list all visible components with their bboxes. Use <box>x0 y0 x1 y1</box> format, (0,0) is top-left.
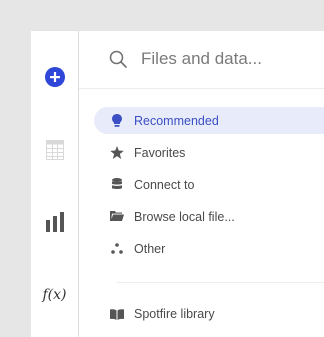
menu-item-spotfire-library[interactable]: Spotfire library <box>94 300 324 327</box>
search-input[interactable] <box>141 47 321 71</box>
table-icon <box>45 140 64 160</box>
lightbulb-icon <box>110 113 124 127</box>
menu-item-label: Connect to <box>134 178 195 192</box>
menu-item-browse-local-file[interactable]: Browse local file... <box>94 203 324 230</box>
bar-chart-icon <box>45 212 64 232</box>
menu-item-other[interactable]: Other <box>94 235 324 262</box>
table-button[interactable] <box>31 138 78 162</box>
book-icon <box>110 307 124 321</box>
search-bar <box>79 31 324 89</box>
divider <box>117 282 324 283</box>
search-icon <box>109 50 127 68</box>
database-icon <box>110 177 124 191</box>
dots-icon <box>110 241 124 255</box>
chart-button[interactable] <box>31 210 78 234</box>
menu-item-label: Spotfire library <box>134 307 215 321</box>
folder-icon <box>110 209 124 223</box>
menu-item-label: Favorites <box>134 146 186 160</box>
menu-item-label: Recommended <box>134 114 219 128</box>
menu-item-favorites[interactable]: Favorites <box>94 139 324 166</box>
plus-circle-icon <box>44 67 65 87</box>
left-rail: f(x) <box>31 31 78 337</box>
menu-item-label: Other <box>134 242 166 256</box>
menu-item-label: Browse local file... <box>134 210 235 224</box>
function-button[interactable]: f(x) <box>31 283 78 307</box>
star-icon <box>110 145 124 159</box>
add-button[interactable] <box>31 65 78 89</box>
function-icon: f(x) <box>42 287 67 303</box>
menu-item-connect-to[interactable]: Connect to <box>94 171 324 198</box>
source-menu: Recommended Favorites Connect to Browse … <box>94 107 324 267</box>
menu-item-recommended[interactable]: Recommended <box>94 107 324 134</box>
